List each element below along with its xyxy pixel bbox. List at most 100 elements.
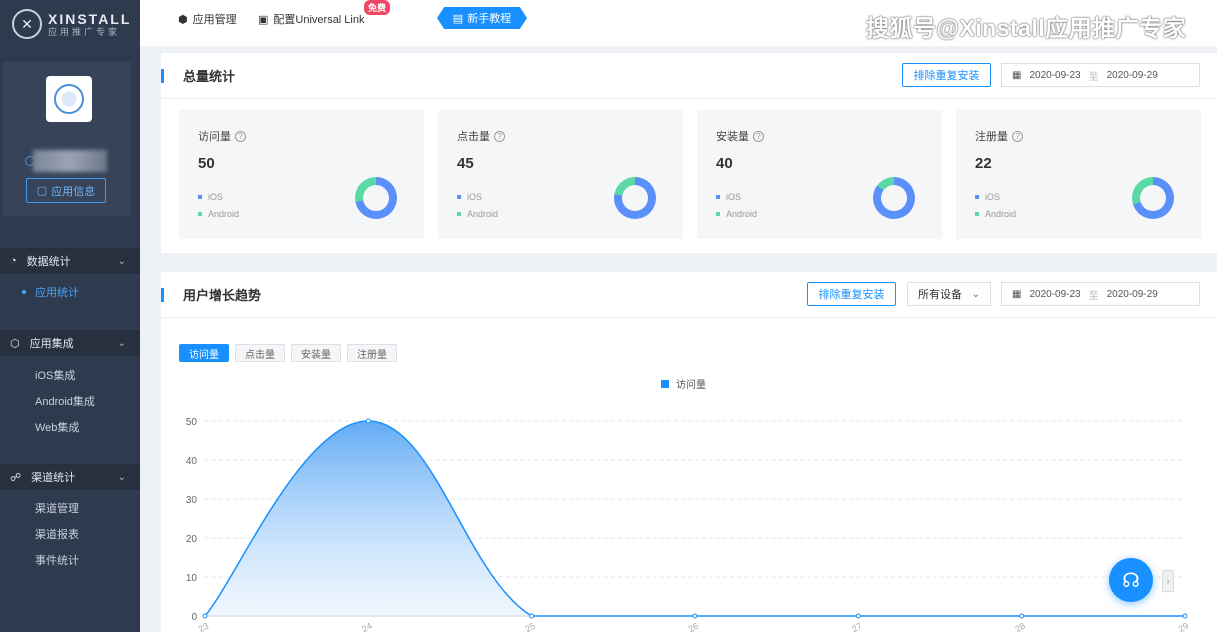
legend-ios: iOS (208, 192, 224, 202)
sidebar-item-label: 应用统计 (35, 287, 79, 299)
universal-link-label: 配置Universal Link (273, 14, 365, 26)
dedupe-install-button[interactable]: 排除重复安装 (807, 282, 896, 306)
chevron-down-icon: ⌄ (117, 471, 126, 483)
tab-clicks[interactable]: 点击量 (235, 344, 285, 362)
nav-head-label: 数据统计 (26, 256, 71, 268)
trend-panel: 用户增长趋势 排除重复安装 所有设备 ⌄ ▦ 2020-09-23 至 2020… (161, 272, 1217, 632)
stat-value: 50 (198, 155, 215, 172)
stat-card-clicks: 点击量? 45 iOS Android (438, 110, 683, 239)
help-icon[interactable]: ? (235, 130, 246, 142)
app-info-button[interactable]: ▢ 应用信息 (26, 178, 106, 203)
x-tick-label: 27 (850, 621, 864, 632)
tutorial-button[interactable]: ▤ 新手教程 (437, 7, 527, 29)
nav-head-data-stats[interactable]: ◔ 数据统计 ⌄ (0, 248, 140, 274)
data-point (1182, 613, 1188, 619)
xinstall-logo-icon: ✕ (12, 9, 42, 39)
legend-android: Android (208, 209, 240, 219)
stat-label: 访问量 (198, 131, 231, 143)
trend-area-chart: 0 10 20 30 40 50 23 24 25 26 27 28 29 (186, 417, 1191, 632)
date-start: 2020-09-23 (1029, 69, 1081, 81)
sidebar: ✕ XINSTALL 应用推广专家 ▢ 应用信息 ◔ 数据统计 ⌄ 应用统计 ⬡… (0, 0, 140, 632)
legend-android: Android (726, 209, 758, 219)
nav-head-integration[interactable]: ⬡ 应用集成 ⌄ (0, 330, 140, 356)
legend-ios: iOS (467, 192, 483, 202)
help-icon[interactable]: ? (753, 130, 764, 142)
data-point (1019, 613, 1025, 619)
watermark: 搜狐号@Xinstall应用推广专家 (866, 15, 1187, 41)
y-tick-label: 10 (186, 573, 198, 584)
app-info-label: 应用信息 (51, 185, 96, 198)
y-tick-label: 30 (186, 495, 198, 506)
sidebar-item-label: 事件统计 (35, 555, 79, 567)
share-icon: ☍ (10, 471, 22, 484)
stat-label: 注册量 (975, 131, 1008, 143)
chevron-down-icon: ⌄ (117, 255, 126, 267)
x-tick-label: 29 (1177, 621, 1191, 632)
stat-label: 安装量 (716, 131, 749, 143)
x-tick-label: 24 (360, 621, 374, 632)
nav-group-integration: ⬡ 应用集成 ⌄ iOS集成 Android集成 Web集成 (0, 330, 140, 440)
donut-chart (614, 177, 656, 219)
device-select[interactable]: 所有设备 ⌄ (907, 282, 991, 306)
tab-visits[interactable]: 访问量 (179, 344, 229, 362)
sidebar-item-channel-report[interactable]: 渠道报表 (0, 521, 140, 547)
help-icon[interactable]: ? (494, 130, 505, 142)
cube-icon: ⬡ (10, 337, 20, 350)
overview-title: 总量统计 (183, 69, 236, 84)
date-range-picker[interactable]: ▦ 2020-09-23 至 2020-09-29 (1001, 282, 1200, 306)
data-point (529, 613, 535, 619)
stat-card-installs: 安装量? 40 iOS Android (697, 110, 942, 239)
device-select-value: 所有设备 (918, 289, 962, 301)
legend-swatch (661, 379, 669, 388)
chevron-right-icon[interactable]: › (1162, 570, 1174, 592)
sidebar-item-event-stats[interactable]: 事件统计 (0, 547, 140, 573)
donut-chart (873, 177, 915, 219)
calendar-icon: ▦ (1012, 69, 1022, 81)
y-tick-label: 40 (186, 456, 198, 467)
pie-chart-icon: ◔ (10, 255, 17, 267)
sidebar-item-ios[interactable]: iOS集成 (0, 362, 140, 388)
stat-card-registrations: 注册量? 22 iOS Android (956, 110, 1201, 239)
app-manage-label: 应用管理 (192, 14, 237, 26)
customer-service-button[interactable]: ☊ (1109, 558, 1153, 602)
document-icon: ▢ (36, 185, 48, 197)
x-tick-label: 23 (197, 621, 211, 632)
brand-logo[interactable]: ✕ XINSTALL 应用推广专家 (0, 0, 140, 48)
date-separator: 至 (1088, 290, 1099, 302)
tab-registrations[interactable]: 注册量 (347, 344, 397, 362)
sidebar-item-channel-manage[interactable]: 渠道管理 (0, 495, 140, 521)
briefcase-icon: ▣ (258, 13, 269, 26)
x-tick-label: 28 (1013, 621, 1027, 632)
stat-label: 点击量 (457, 131, 490, 143)
date-end: 2020-09-29 (1106, 288, 1158, 300)
data-point (365, 418, 371, 424)
legend-ios: iOS (726, 192, 742, 202)
nav-group-channel: ☍ 渠道统计 ⌄ 渠道管理 渠道报表 事件统计 (0, 464, 140, 573)
y-tick-label: 0 (191, 612, 197, 623)
universal-link-link[interactable]: ▣ 配置Universal Link (258, 11, 365, 27)
sidebar-item-web[interactable]: Web集成 (0, 414, 140, 440)
metric-tabs: 访问量 点击量 安装量 注册量 (179, 344, 397, 362)
date-separator: 至 (1088, 71, 1099, 83)
free-badge: 免费 (364, 0, 391, 15)
cube-icon: ⬢ (178, 13, 188, 26)
calendar-icon: ▦ (1012, 288, 1022, 300)
sidebar-item-app-stats[interactable]: 应用统计 (0, 279, 140, 305)
date-range-picker[interactable]: ▦ 2020-09-23 至 2020-09-29 (1001, 63, 1200, 87)
dedupe-install-button[interactable]: 排除重复安装 (902, 63, 991, 87)
legend-label: 访问量 (676, 380, 706, 391)
tutorial-label: 新手教程 (467, 13, 512, 25)
nav-head-label: 应用集成 (29, 338, 74, 350)
help-icon[interactable]: ? (1012, 130, 1023, 142)
chevron-down-icon: ⌄ (117, 337, 126, 349)
donut-chart (355, 177, 397, 219)
tab-installs[interactable]: 安装量 (291, 344, 341, 362)
sidebar-item-android[interactable]: Android集成 (0, 388, 140, 414)
y-tick-label: 20 (186, 534, 198, 545)
app-manage-link[interactable]: ⬢ 应用管理 (178, 11, 237, 27)
sidebar-item-label: Android集成 (35, 396, 95, 408)
nav-head-channel[interactable]: ☍ 渠道统计 ⌄ (0, 464, 140, 490)
stat-value: 22 (975, 155, 992, 172)
chart-legend[interactable]: 访问量 (661, 376, 706, 391)
brand-subtitle: 应用推广专家 (48, 26, 121, 37)
